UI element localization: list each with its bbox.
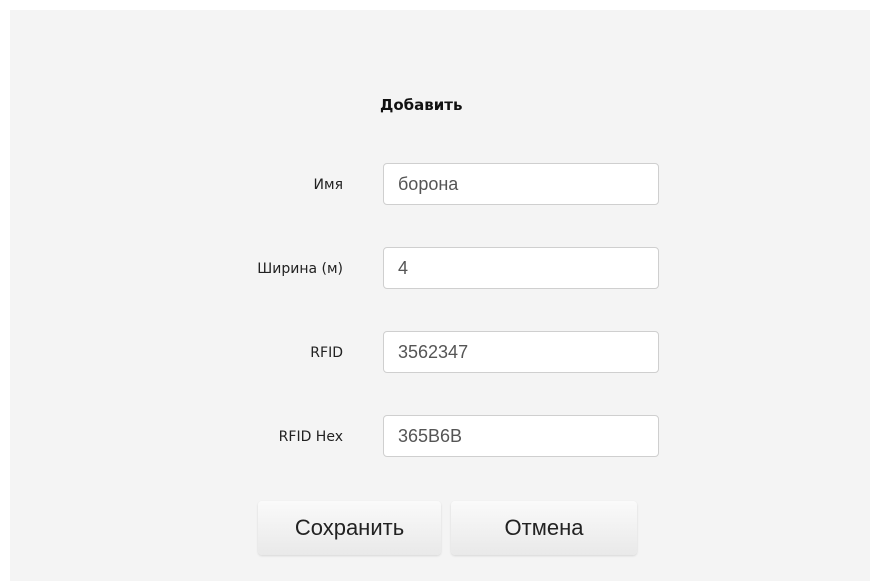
width-label: Ширина (м): [257, 261, 343, 277]
rfid-hex-input[interactable]: [383, 415, 659, 457]
save-button[interactable]: Сохранить: [258, 501, 441, 555]
form-title: Добавить: [380, 96, 463, 114]
rfid-hex-label: RFID Hex: [278, 429, 343, 445]
rfid-input[interactable]: [383, 331, 659, 373]
name-input[interactable]: [383, 163, 659, 205]
name-label: Имя: [313, 177, 343, 193]
rfid-label: RFID: [310, 345, 343, 361]
width-input[interactable]: [383, 247, 659, 289]
cancel-button[interactable]: Отмена: [451, 501, 637, 555]
